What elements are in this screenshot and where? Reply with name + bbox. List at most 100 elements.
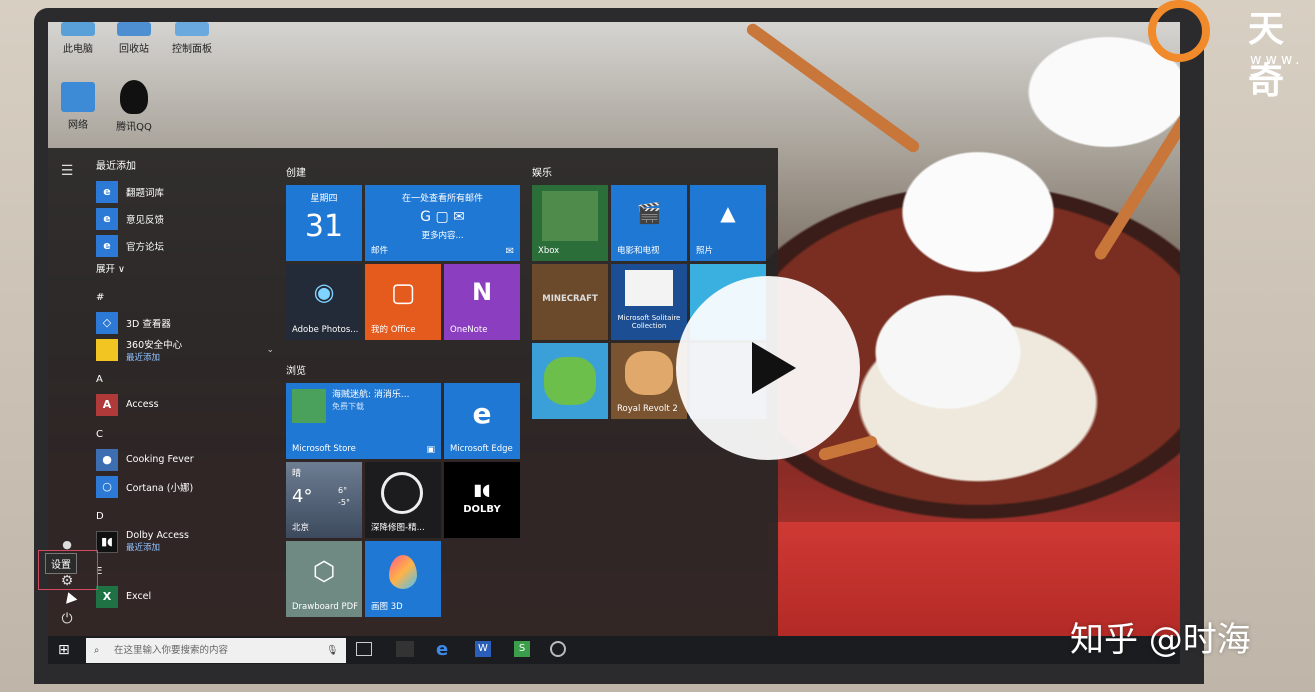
tile-weather[interactable]: 晴 4° 6° -5° 北京	[286, 462, 362, 538]
desktop-icon-qq[interactable]: 腾讯QQ	[104, 80, 164, 133]
dolby-double-d-icon: ▮◖	[473, 480, 491, 499]
edge-icon[interactable]: e	[436, 639, 448, 660]
app-item[interactable]: e 官方论坛	[96, 232, 274, 259]
recycle-bin-icon	[117, 22, 151, 36]
windows-start-icon[interactable]: ⊞	[58, 642, 70, 658]
tile-solitaire[interactable]: Microsoft Solitaire Collection	[611, 264, 687, 340]
app-item[interactable]: ◇ 3D 查看器	[96, 309, 274, 336]
mail-service-icons: G ▢ ✉	[420, 209, 465, 225]
tile-movies-tv[interactable]: 🎬 电影和电视	[611, 185, 687, 261]
settings-highlight: 设置	[38, 550, 98, 590]
brand-logo: 天奇 www.	[1148, 0, 1315, 102]
tile-adobe-photoshop[interactable]: ◉ Adobe Photos...	[286, 264, 362, 340]
mail-envelope-icon: ✉	[505, 246, 514, 257]
watermark-zhihu: 知乎 @时海	[1070, 620, 1251, 660]
tile-xbox[interactable]: Xbox	[532, 185, 608, 261]
folder-icon	[96, 338, 118, 361]
group-title-create: 创建	[286, 168, 306, 179]
chrome-icon[interactable]	[550, 641, 566, 657]
qq-penguin-icon	[120, 80, 148, 114]
tile-farm-game[interactable]	[532, 343, 608, 419]
desktop-icon-network[interactable]: 网络	[48, 82, 108, 131]
app-list: 最近添加 e 翻题词库 e 意见反馈 e 官方论坛 展开 ∨ # ◇ 3D 查看…	[96, 156, 274, 610]
expand-button[interactable]: 展开 ∨	[96, 259, 274, 281]
xbox-character-image	[542, 191, 598, 241]
taskbar-app-icon[interactable]	[396, 641, 414, 657]
tile-mail[interactable]: 在一处查看所有邮件 G ▢ ✉ 更多内容... 邮件 ✉	[365, 185, 520, 261]
picture-icon: ▲	[720, 201, 736, 225]
chevron-down-icon[interactable]: ⌄	[266, 345, 274, 355]
tile-photos[interactable]: ▲ 照片	[690, 185, 766, 261]
app-item[interactable]: A Access	[96, 391, 274, 418]
aperture-icon: ◉	[313, 278, 335, 306]
section-letter[interactable]: A	[96, 363, 274, 391]
group-title-browse: 浏览	[286, 366, 306, 377]
microphone-icon[interactable]: 🎙	[326, 638, 338, 663]
document-icon: e	[96, 207, 118, 230]
dolby-icon: ▮◖	[96, 530, 118, 553]
start-menu: ☰ ● ⚙ ⏻ 最近添加 e 翻题词库 e 意见反馈 e 官方论坛 展开 ∨ #…	[48, 148, 778, 636]
word-icon[interactable]: W	[475, 641, 491, 657]
play-icon	[752, 342, 796, 394]
tile-drawboard[interactable]: ⬡ Drawboard PDF	[286, 541, 362, 617]
tile-calendar[interactable]: 星期四 31	[286, 185, 362, 261]
pretzel-stick	[1092, 94, 1180, 262]
network-icon	[61, 82, 95, 112]
app-item[interactable]: e 翻题词库	[96, 178, 274, 205]
desktop-icon-this-pc[interactable]: 此电脑	[48, 22, 108, 55]
video-play-button[interactable]	[676, 276, 860, 460]
computer-icon	[61, 22, 95, 36]
tile-cortana-photo[interactable]: 深降修图-精...	[365, 462, 441, 538]
app-item[interactable]: 360安全中心 最近添加 ⌄	[96, 336, 274, 363]
tile-office[interactable]: ▢ 我的 Office	[365, 264, 441, 340]
spreadsheet-icon[interactable]: S	[514, 641, 530, 657]
office-icon: ▢	[390, 278, 416, 308]
tile-dolby[interactable]: ▮◖ DOLBY	[444, 462, 520, 538]
hexagon-icon: ⬡	[312, 557, 336, 587]
recent-header: 最近添加	[96, 161, 136, 172]
cooking-fever-icon: ●	[96, 448, 118, 471]
app-item[interactable]: ● Cooking Fever	[96, 446, 274, 473]
app-item[interactable]: e 意见反馈	[96, 205, 274, 232]
app-item[interactable]: ▮◖ Dolby Access 最近添加	[96, 528, 274, 555]
tile-onenote[interactable]: N OneNote	[444, 264, 520, 340]
excel-icon: X	[96, 585, 118, 608]
section-letter[interactable]: D	[96, 500, 274, 528]
onenote-icon: N	[471, 278, 493, 306]
tile-microsoft-edge[interactable]: e Microsoft Edge	[444, 383, 520, 459]
logo-q-icon	[1148, 0, 1210, 62]
section-letter[interactable]: C	[96, 418, 274, 446]
section-letter[interactable]: E	[96, 555, 274, 583]
tile-paint-3d[interactable]: 画图 3D	[365, 541, 441, 617]
search-input[interactable]: ⌕ 在这里输入你要搜索的内容 🎙	[86, 638, 346, 663]
app-item[interactable]: X Excel	[96, 583, 274, 610]
taskbar: ⊞ ⌕ 在这里输入你要搜索的内容 🎙 e W S	[48, 636, 1180, 664]
search-icon: ⌕	[94, 645, 100, 656]
section-letter[interactable]: #	[96, 281, 274, 309]
film-clapper-icon: 🎬	[636, 201, 662, 225]
document-icon: e	[96, 180, 118, 203]
power-icon[interactable]: ⏻	[58, 610, 76, 628]
playing-cards-image	[625, 270, 673, 306]
pretzel-stick	[744, 22, 922, 155]
king-character-image	[625, 351, 673, 395]
game-thumbnail	[292, 389, 326, 423]
ring-icon	[381, 472, 423, 514]
cow-character-image	[544, 357, 596, 405]
store-bag-icon: ▣	[426, 445, 435, 455]
tile-royal-revolt[interactable]: Royal Revolt 2	[611, 343, 687, 419]
document-icon: e	[96, 234, 118, 257]
desktop-icon-control-panel[interactable]: 控制面板	[162, 22, 222, 55]
cortana-icon: ○	[96, 475, 118, 498]
edge-icon: e	[472, 397, 492, 430]
tile-minecraft[interactable]: MINECRAFT	[532, 264, 608, 340]
cube-icon: ◇	[96, 311, 118, 334]
tile-microsoft-store[interactable]: 海贼迷航: 消消乐... 免费下载 Microsoft Store ▣	[286, 383, 441, 459]
task-view-icon[interactable]	[356, 642, 372, 656]
desktop-icon-recycle[interactable]: 回收站	[104, 22, 164, 55]
access-icon: A	[96, 393, 118, 416]
hamburger-menu-icon[interactable]: ☰	[58, 162, 76, 180]
app-item[interactable]: ○ Cortana (小娜)	[96, 473, 274, 500]
group-title-entertainment: 娱乐	[532, 168, 552, 179]
settings-tooltip: 设置	[45, 553, 77, 574]
